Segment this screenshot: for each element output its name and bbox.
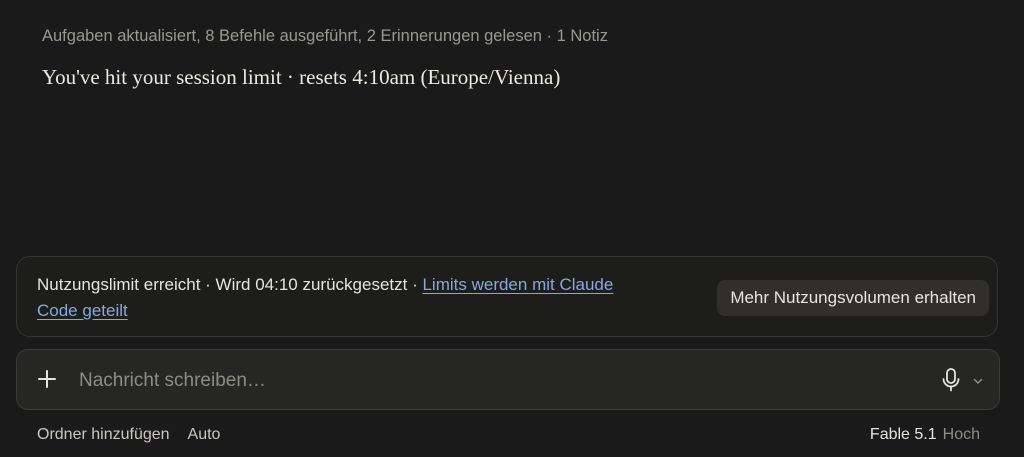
assistant-message: You've hit your session limit · resets 4…	[42, 65, 561, 89]
microphone-icon[interactable]	[940, 367, 962, 393]
message-composer	[16, 349, 1000, 410]
limit-message: Nutzungslimit erreicht · Wird 04:10 zurü…	[37, 272, 637, 324]
usage-limit-banner: Nutzungslimit erreicht · Wird 04:10 zurü…	[16, 256, 998, 337]
add-folder-button[interactable]: Ordner hinzufügen	[37, 426, 170, 443]
plus-icon[interactable]	[35, 367, 59, 391]
model-name: Fable 5.1	[869, 426, 937, 443]
get-more-usage-button[interactable]: Mehr Nutzungsvolumen erhalten	[717, 280, 989, 316]
mode-selector[interactable]: Auto	[188, 426, 221, 443]
message-input[interactable]	[77, 362, 901, 400]
limit-status-text: Nutzungslimit erreicht · Wird 04:10 zurü…	[37, 275, 423, 294]
model-selector[interactable]: Fable 5.1 Hoch	[870, 426, 980, 444]
activity-summary[interactable]: Aufgaben aktualisiert, 8 Befehle ausgefü…	[42, 27, 608, 46]
chevron-down-icon[interactable]	[972, 374, 984, 386]
composer-footer-left: Ordner hinzufügen Auto	[37, 426, 220, 444]
model-effort: Hoch	[942, 426, 980, 443]
